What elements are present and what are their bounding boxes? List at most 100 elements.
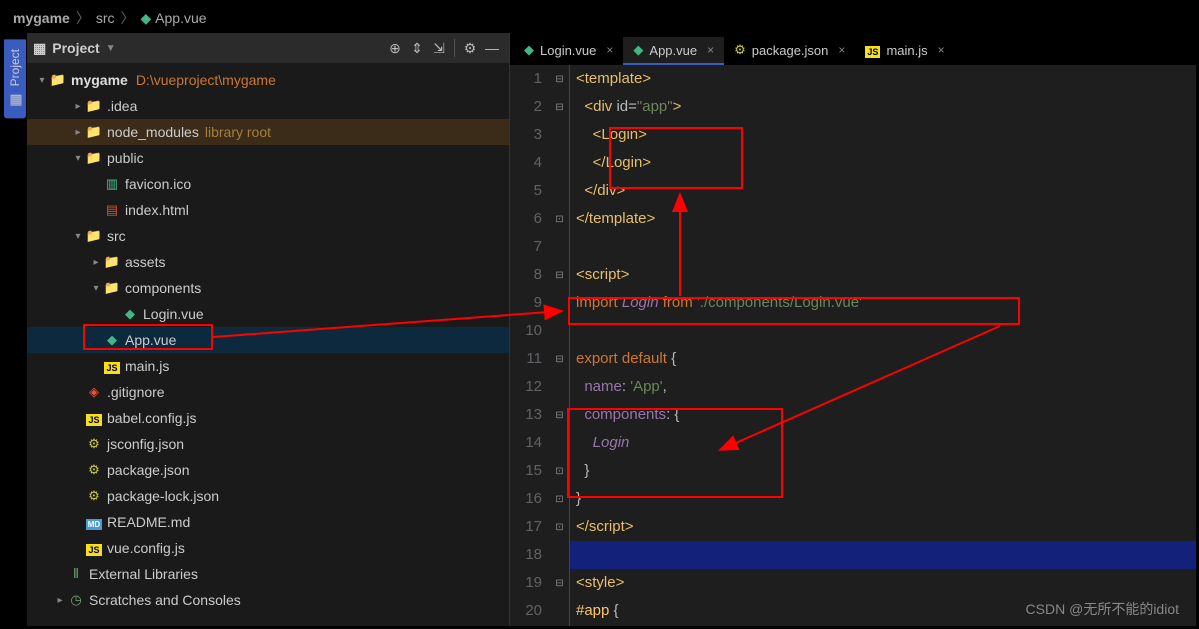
line-number: 3: [510, 121, 542, 149]
line-number: 16: [510, 485, 542, 513]
line-number: 10: [510, 317, 542, 345]
fold-gutter[interactable]: ⊡: [550, 485, 569, 513]
line-number: 5: [510, 177, 542, 205]
fold-gutter[interactable]: ⊡: [550, 205, 569, 233]
line-number: 6: [510, 205, 542, 233]
editor-tab[interactable]: ◆App.vue×: [623, 37, 724, 65]
project-sidebar: ▦Project▼ ⊕ ⇕ ⇲ ⚙ — ▾📁mygameD:\vueprojec…: [27, 33, 510, 626]
fold-gutter[interactable]: ⊡: [550, 513, 569, 541]
code-line[interactable]: <template>: [570, 65, 1196, 93]
fold-gutter[interactable]: [550, 177, 569, 205]
project-rail-tab[interactable]: ▦Project: [4, 39, 26, 118]
tree-node[interactable]: ⚙package-lock.json: [27, 483, 509, 509]
fold-gutter[interactable]: ⊟: [550, 65, 569, 93]
tree-node[interactable]: ◈.gitignore: [27, 379, 509, 405]
code-line[interactable]: </Login>: [570, 149, 1196, 177]
fold-gutter[interactable]: [550, 233, 569, 261]
tree-node[interactable]: JSbabel.config.js: [27, 405, 509, 431]
collapse-icon[interactable]: ⇕: [406, 37, 428, 59]
tree-node[interactable]: ▸📁.idea: [27, 93, 509, 119]
editor-tab[interactable]: ◆Login.vue×: [514, 37, 623, 65]
line-number: 15: [510, 457, 542, 485]
fold-gutter[interactable]: [550, 121, 569, 149]
tree-node[interactable]: ▥favicon.ico: [27, 171, 509, 197]
code-line[interactable]: <Login>: [570, 121, 1196, 149]
fold-gutter[interactable]: [550, 373, 569, 401]
tree-node[interactable]: ◆Login.vue: [27, 301, 509, 327]
gear-icon[interactable]: ⚙: [459, 37, 481, 59]
code-line[interactable]: [570, 317, 1196, 345]
close-icon[interactable]: ×: [938, 43, 945, 57]
editor-tabs[interactable]: ◆Login.vue×◆App.vue×⚙package.json×JSmain…: [510, 33, 1196, 65]
code-line[interactable]: }: [570, 457, 1196, 485]
tree-node[interactable]: ▸📁node_moduleslibrary root: [27, 119, 509, 145]
line-number: 18: [510, 541, 542, 569]
tree-node[interactable]: ▾📁src: [27, 223, 509, 249]
line-number: 9: [510, 289, 542, 317]
fold-gutter[interactable]: ⊟: [550, 345, 569, 373]
code-line[interactable]: export default {: [570, 345, 1196, 373]
tree-node[interactable]: ▤index.html: [27, 197, 509, 223]
tree-node[interactable]: ▾📁public: [27, 145, 509, 171]
code-line[interactable]: </template>: [570, 205, 1196, 233]
code-line[interactable]: <script>: [570, 261, 1196, 289]
tree-node[interactable]: ▾📁components: [27, 275, 509, 301]
target-icon[interactable]: ⊕: [384, 37, 406, 59]
fold-gutter[interactable]: ⊟: [550, 569, 569, 597]
line-number: 4: [510, 149, 542, 177]
expand-icon[interactable]: ⇲: [428, 37, 450, 59]
fold-gutter[interactable]: [550, 429, 569, 457]
fold-gutter[interactable]: ⊡: [550, 457, 569, 485]
project-tree[interactable]: ▾📁mygameD:\vueproject\mygame▸📁.idea▸📁nod…: [27, 63, 509, 626]
line-number: 19: [510, 569, 542, 597]
tree-node-root[interactable]: ▾📁mygameD:\vueproject\mygame: [27, 67, 509, 93]
code-line[interactable]: </script>: [570, 513, 1196, 541]
code-line[interactable]: name: 'App',: [570, 373, 1196, 401]
tree-node[interactable]: ▸📁assets: [27, 249, 509, 275]
fold-gutter[interactable]: ⊟: [550, 401, 569, 429]
fold-gutter[interactable]: [550, 149, 569, 177]
line-number: 1: [510, 65, 542, 93]
code-line[interactable]: Login: [570, 429, 1196, 457]
fold-gutter[interactable]: [550, 317, 569, 345]
tree-node[interactable]: ⚙package.json: [27, 457, 509, 483]
watermark: CSDN @无所不能的idiot: [1026, 599, 1179, 619]
line-number: 7: [510, 233, 542, 261]
fold-gutter[interactable]: ⊟: [550, 93, 569, 121]
fold-gutter[interactable]: [550, 597, 569, 625]
code-line[interactable]: <div id="app">: [570, 93, 1196, 121]
code-line[interactable]: </div>: [570, 177, 1196, 205]
close-icon[interactable]: ×: [606, 43, 613, 57]
editor-tab[interactable]: JSmain.js×: [855, 37, 954, 65]
tree-node[interactable]: JSvue.config.js: [27, 535, 509, 561]
tree-node[interactable]: ⚙jsconfig.json: [27, 431, 509, 457]
line-number: 11: [510, 345, 542, 373]
line-number: 13: [510, 401, 542, 429]
tree-node[interactable]: ◆App.vue: [27, 327, 509, 353]
fold-gutter[interactable]: ⊟: [550, 261, 569, 289]
tree-node[interactable]: MDREADME.md: [27, 509, 509, 535]
line-number: 20: [510, 597, 542, 625]
close-icon[interactable]: ×: [838, 43, 845, 57]
code-line[interactable]: [570, 541, 1196, 569]
code-line[interactable]: }: [570, 485, 1196, 513]
line-number: 8: [510, 261, 542, 289]
line-number: 17: [510, 513, 542, 541]
tool-rail: ▦Project: [3, 33, 27, 626]
code-line[interactable]: components: {: [570, 401, 1196, 429]
tree-node-extra[interactable]: ▸◷Scratches and Consoles: [27, 587, 509, 613]
code-line[interactable]: import Login from './components/Login.vu…: [570, 289, 1196, 317]
breadcrumb[interactable]: mygame〉 src〉 ◆ App.vue: [3, 3, 1196, 33]
code-area[interactable]: 1234567891011121314151617181920 ⊟⊟⊡⊟⊟⊟⊡⊡…: [510, 65, 1196, 626]
editor-tab[interactable]: ⚙package.json×: [724, 37, 855, 65]
code-line[interactable]: [570, 233, 1196, 261]
fold-gutter[interactable]: [550, 541, 569, 569]
code-line[interactable]: <style>: [570, 569, 1196, 597]
tree-node-extra[interactable]: ⫴External Libraries: [27, 561, 509, 587]
tree-node[interactable]: JSmain.js: [27, 353, 509, 379]
editor: ◆Login.vue×◆App.vue×⚙package.json×JSmain…: [510, 33, 1196, 626]
fold-gutter[interactable]: [550, 289, 569, 317]
close-icon[interactable]: ×: [707, 43, 714, 57]
line-number: 12: [510, 373, 542, 401]
hide-icon[interactable]: —: [481, 37, 503, 59]
